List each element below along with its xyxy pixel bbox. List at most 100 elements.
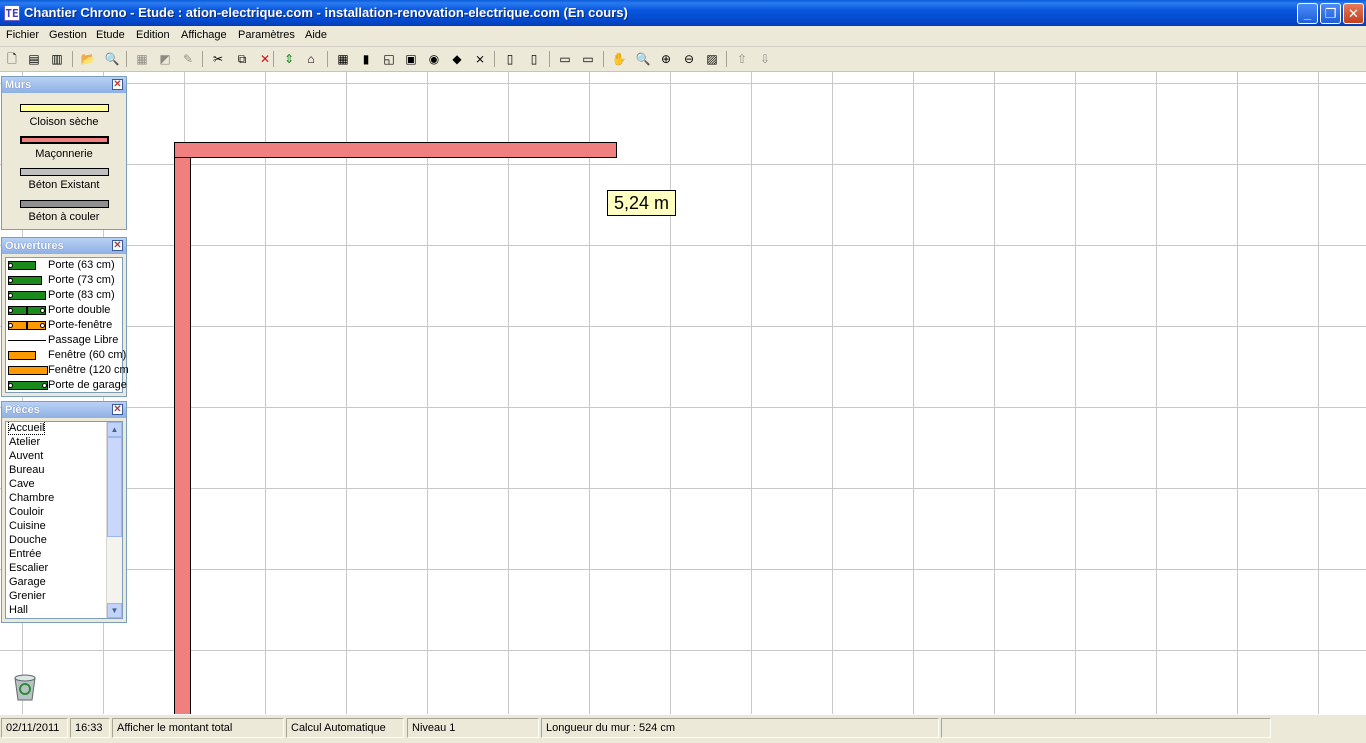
opening-porte-73[interactable]: Porte (73 cm) [6,273,124,288]
window-icon [8,366,48,375]
room-item[interactable]: Hall [9,604,28,616]
copy-icon[interactable]: ⧉ [234,51,250,67]
toolbar-separator [72,51,73,67]
toolbar: 🗋 ▤ ▥ 📂 🔍 ▦ ◩ ✎ ✂ ⧉ ✕ ⇕ ⌂ ▦ ▮ ◱ ▣ ◉ ◆ ⨯ ▯ ▯ ▭ ▭ ✋ 🔍 ⊕ ⊖ ▨ ⇧ ⇩ [0,47,1366,72]
delete-icon[interactable]: ✕ [257,51,273,67]
menu-aide[interactable]: Aide [305,29,327,41]
room-item[interactable]: Escalier [9,562,48,574]
passage-icon [8,340,46,341]
arrow-up-icon[interactable]: ⇧ [734,51,750,67]
menu-parametres[interactable]: Paramètres [238,29,295,41]
drawing-canvas[interactable]: 5,24 m [0,72,1366,714]
opening-passage-libre[interactable]: Passage Libre [6,333,124,348]
opening-porte-double[interactable]: Porte double [6,303,124,318]
maximize-button[interactable]: ❐ [1320,3,1341,24]
murs-close-icon[interactable]: ✕ [112,79,123,90]
room-item[interactable]: Atelier [9,436,40,448]
room-item[interactable]: Garage [9,576,46,588]
open-folder-icon[interactable]: 📂 [80,51,96,67]
french-window-icon [8,321,46,330]
export-icon[interactable]: ▯ [502,51,518,67]
wall-swatch-cloison[interactable] [20,104,109,112]
menu-etude[interactable]: Etude [96,29,125,41]
wall-type-beton-couler[interactable]: Béton à couler [5,211,123,223]
door-icon[interactable]: ▮ [358,51,374,67]
opening-porte-63[interactable]: Porte (63 cm) [6,258,124,273]
opening-fenetre-120[interactable]: Fenêtre (120 cm [6,363,129,378]
measure-icon[interactable]: ▭ [557,51,573,67]
cross-icon[interactable]: ⨯ [472,51,488,67]
scroll-down-icon[interactable]: ▼ [107,603,122,618]
wall-swatch-maconnerie[interactable] [20,136,109,144]
list-icon[interactable]: ▤ [26,51,42,67]
wall-type-cloison[interactable]: Cloison sèche [5,116,123,128]
zoom-in-icon[interactable]: ⊕ [658,51,674,67]
window-title: Chantier Chrono - Etude : ation-electriq… [24,5,628,20]
title-bar: TE Chantier Chrono - Etude : ation-elect… [0,0,1366,26]
ouvertures-close-icon[interactable]: ✕ [112,240,123,251]
table-icon[interactable]: ▦ [134,51,150,67]
room-item[interactable]: Grenier [9,590,46,602]
status-total[interactable]: Afficher le montant total [112,718,284,738]
new-document-icon[interactable]: 🗋 [4,51,20,67]
wall-type-beton-existant[interactable]: Béton Existant [5,179,123,191]
cut-icon[interactable]: ✂ [210,51,226,67]
menu-edition[interactable]: Edition [136,29,170,41]
murs-panel-title: Murs [5,79,32,91]
zoom-fit-icon[interactable]: ▨ [704,51,720,67]
opening-porte-garage[interactable]: Porte de garage [6,378,127,393]
chart-icon[interactable]: ◩ [157,51,173,67]
room-item[interactable]: Entrée [9,548,41,560]
pieces-close-icon[interactable]: ✕ [112,404,123,415]
opening-porte-83[interactable]: Porte (83 cm) [6,288,124,303]
room-item[interactable]: Auvent [9,450,43,462]
status-wall-length: Longueur du mur : 524 cm [541,718,939,738]
wall-swatch-beton-couler[interactable] [20,200,109,208]
furniture-icon[interactable]: ⌂ [303,51,319,67]
wall-grid-icon[interactable]: ▦ [335,51,351,67]
room-item[interactable]: Accueil [7,422,46,435]
hand-icon[interactable]: ✋ [611,51,627,67]
scroll-up-icon[interactable]: ▲ [107,422,122,437]
toolbar-separator [273,51,274,67]
scroll-thumb[interactable] [107,437,122,537]
room-icon[interactable]: ◱ [381,51,397,67]
wall-swatch-beton-existant[interactable] [20,168,109,176]
import-icon[interactable]: ▯ [526,51,542,67]
close-button[interactable]: ✕ [1343,3,1364,24]
rooms-scrollbar[interactable]: ▲ ▼ [106,422,122,618]
area-icon[interactable]: ▣ [403,51,419,67]
edit-icon[interactable]: ✎ [180,51,196,67]
menu-affichage[interactable]: Affichage [181,29,227,41]
zoom-out-icon[interactable]: ⊖ [681,51,697,67]
menu-gestion[interactable]: Gestion [49,29,87,41]
measure2-icon[interactable]: ▭ [580,51,596,67]
room-item[interactable]: Cuisine [9,520,46,532]
bricks-icon[interactable]: ▥ [49,51,65,67]
wall-horizontal[interactable] [174,142,617,158]
status-calc[interactable]: Calcul Automatique [286,718,404,738]
room-item[interactable]: Couloir [9,506,44,518]
menu-fichier[interactable]: Fichier [6,29,39,41]
wall-type-maconnerie[interactable]: Maçonnerie [5,148,123,160]
window-icon [8,351,36,360]
room-item[interactable]: Chambre [9,492,54,504]
search-icon[interactable]: 🔍 [635,51,651,67]
room-item[interactable]: Cave [9,478,35,490]
rooms-list[interactable]: Accueil Atelier Auvent Bureau Cave Chamb… [5,421,123,619]
minimize-button[interactable]: _ [1297,3,1318,24]
move-vertical-icon[interactable]: ⇕ [281,51,297,67]
wall-length-label: 5,24 m [607,190,677,216]
arrow-down-icon[interactable]: ⇩ [757,51,773,67]
print-preview-icon[interactable]: 🔍 [104,51,120,67]
wall-vertical[interactable] [174,157,191,714]
diamond-icon[interactable]: ◆ [449,51,465,67]
app-icon[interactable]: TE [4,5,20,21]
opening-fenetre-60[interactable]: Fenêtre (60 cm) [6,348,126,363]
circle-icon[interactable]: ◉ [426,51,442,67]
room-item[interactable]: Douche [9,534,47,546]
opening-porte-fenetre[interactable]: Porte-fenêtre [6,318,124,333]
room-item[interactable]: Bureau [9,464,44,476]
toolbar-separator [126,51,127,67]
recycle-bin-icon[interactable] [10,670,40,702]
